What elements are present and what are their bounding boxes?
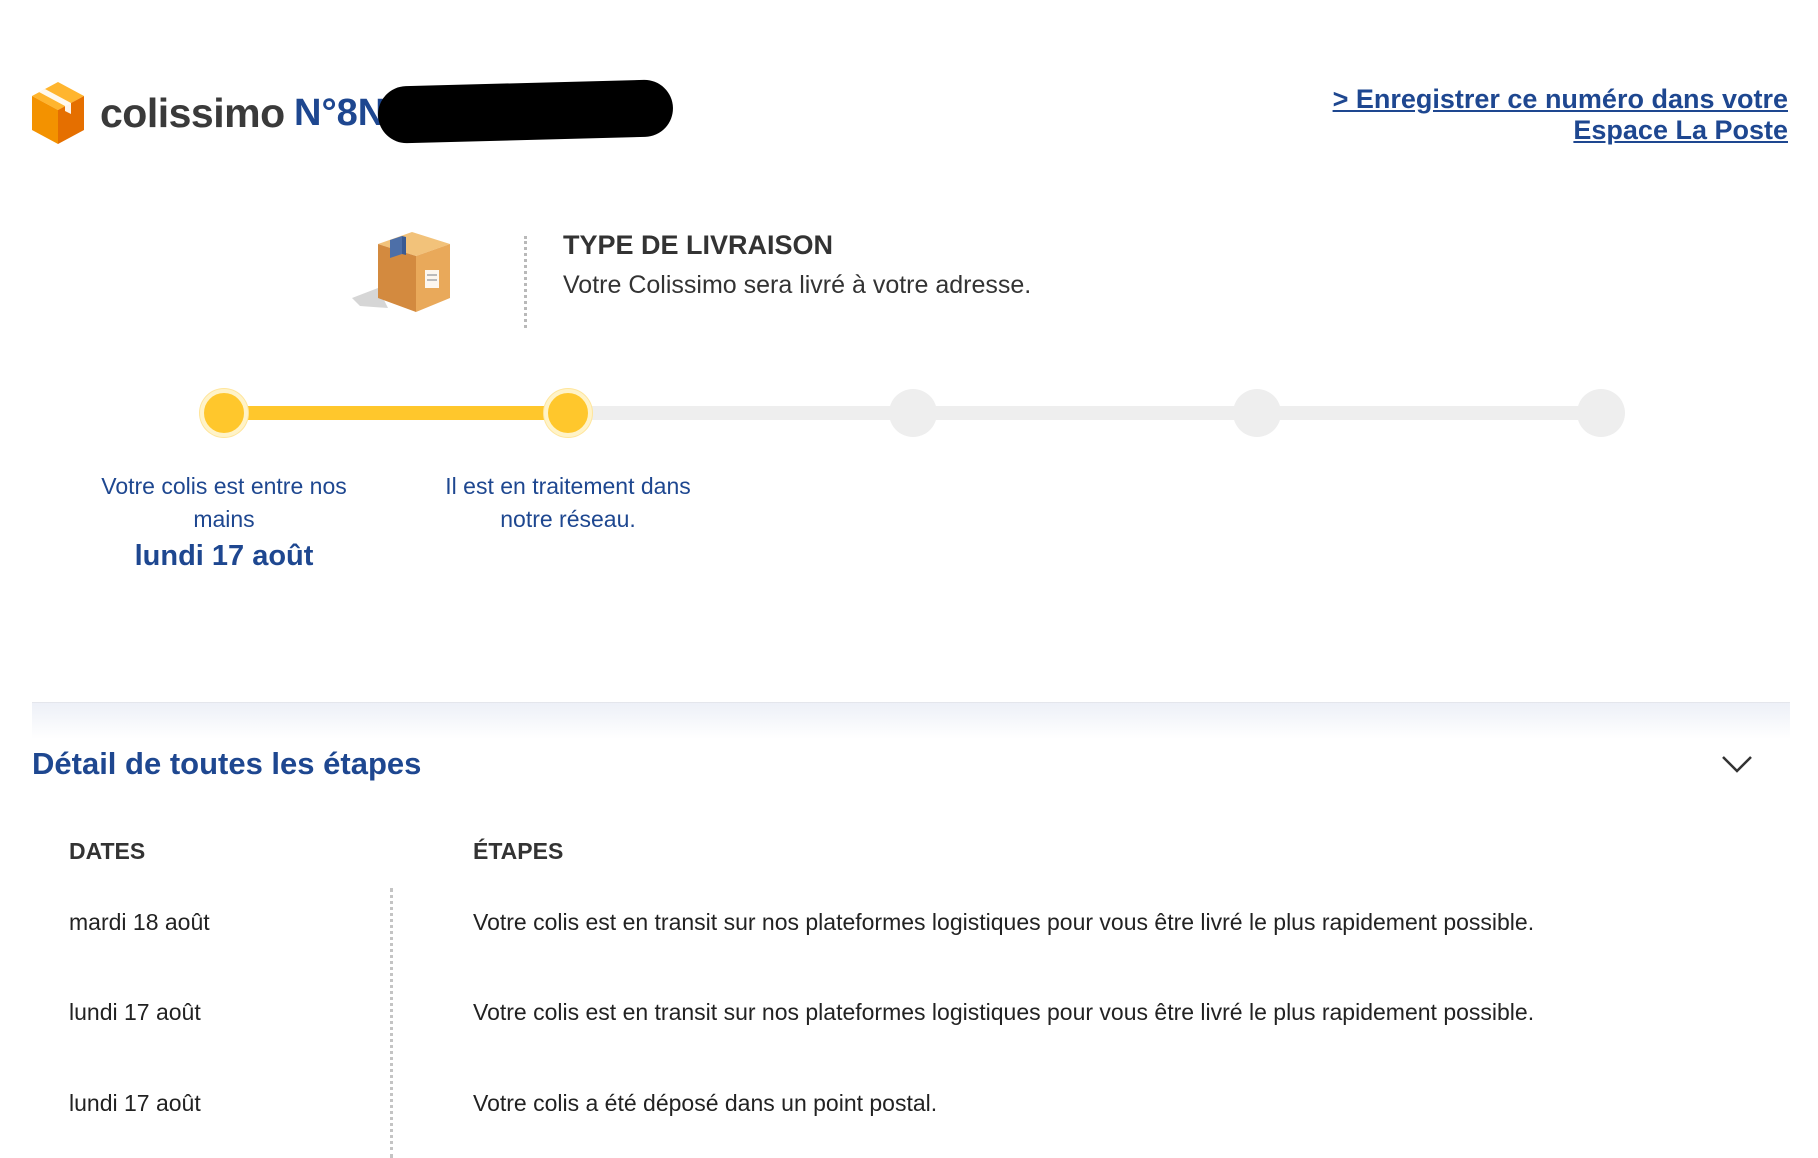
- progress-step-4: [1233, 389, 1281, 437]
- section-divider-shadow: [32, 703, 1790, 739]
- progress-step-2: [544, 389, 592, 437]
- history-row-1-date: mardi 18 août: [69, 909, 210, 935]
- delivery-type-title: TYPE DE LIVRAISON: [563, 230, 834, 260]
- progress-fill: [224, 406, 568, 420]
- tracking-number: N°8N: [294, 92, 386, 134]
- history-row-3-step: Votre colis a été déposé dans un point p…: [473, 1090, 938, 1116]
- progress-step-1-date: lundi 17 août: [134, 540, 314, 572]
- logo-text: colissimo: [100, 89, 285, 136]
- delivery-type-description: Votre Colissimo sera livré à votre adres…: [563, 271, 1032, 299]
- colissimo-logo[interactable]: colissimo: [30, 80, 285, 146]
- steps-column-header: ÉTAPES: [473, 838, 564, 864]
- history-row-2-step: Votre colis est en transit sur nos plate…: [473, 999, 1535, 1025]
- progress-step-5: [1577, 389, 1625, 437]
- delivery-type-separator: [524, 236, 527, 328]
- progress-step-3: [889, 389, 937, 437]
- history-row-2-date: lundi 17 août: [69, 999, 201, 1025]
- history-row-3-date: lundi 17 août: [69, 1090, 201, 1116]
- progress-step-2-label: Il est en traitement dans notre réseau.: [445, 473, 691, 532]
- progress-step-1-label: Votre colis est entre nos mains: [101, 473, 347, 532]
- dates-column-header: DATES: [69, 838, 146, 864]
- parcel-box-icon: [352, 232, 450, 312]
- chevron-down-icon[interactable]: [1720, 752, 1754, 776]
- details-section-title[interactable]: Détail de toutes les étapes: [32, 746, 421, 782]
- colissimo-cube-icon: [32, 82, 84, 144]
- dates-column-separator: [390, 888, 393, 1158]
- progress-step-1: [200, 389, 248, 437]
- history-row-1-step: Votre colis est en transit sur nos plate…: [473, 909, 1535, 935]
- redaction-mark: [377, 79, 674, 144]
- register-number-link[interactable]: > Enregistrer ce numéro dans votre Espac…: [1308, 84, 1788, 146]
